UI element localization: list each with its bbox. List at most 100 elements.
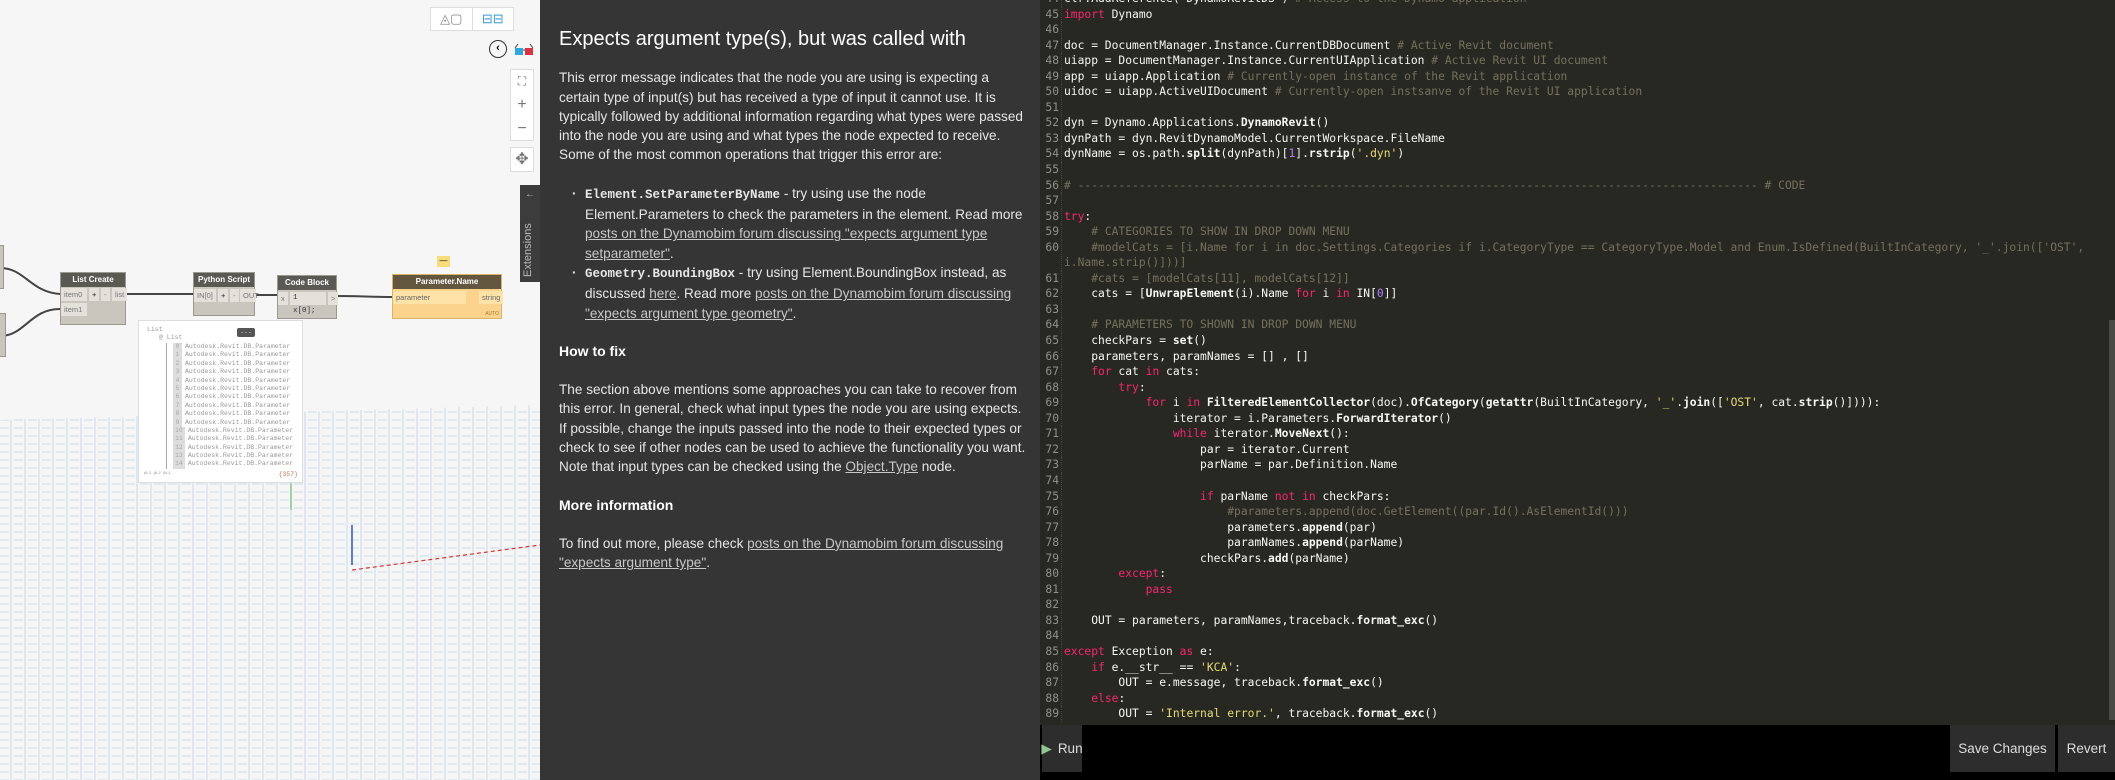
node-parameter-name[interactable]: Parameter.Name parameter string AUTO (392, 274, 503, 319)
code-line[interactable]: 78 paramNames.append(parName) (1040, 535, 2105, 551)
code-line[interactable]: 83 OUT = parameters, paramNames,tracebac… (1040, 612, 2105, 629)
line-text[interactable]: parameters, paramNames = [] , [] (1062, 349, 2105, 365)
code-line[interactable]: 49 app = uiapp.Application # Currently-op… (1040, 68, 2105, 85)
line-text[interactable]: while iterator.MoveNext(): (1062, 426, 2105, 442)
code-line[interactable]: 45 import Dynamo (1040, 6, 2105, 23)
code-line[interactable]: 66 parameters, paramNames = [] , [] (1040, 348, 2105, 365)
code-line[interactable]: 56 # ------------------------------------… (1040, 177, 2105, 194)
code-line[interactable]: 70 iterator = i.Parameters.ForwardIterat… (1040, 410, 2105, 427)
line-text[interactable] (1062, 597, 2105, 613)
output-port-out[interactable]: OUT (240, 289, 259, 302)
list-levels[interactable]: @L3 @L2 @L1 (144, 472, 170, 476)
code-line[interactable]: 73 parName = par.Definition.Name (1040, 457, 2105, 473)
graph-view-icon[interactable]: ⊟⊟ (471, 8, 513, 30)
partial-node[interactable] (0, 245, 4, 289)
line-text[interactable]: except: (1062, 566, 2105, 582)
code-line[interactable]: 84 (1040, 628, 2105, 644)
code-line[interactable]: 54 dynName = os.path.split(dynPath)[1].rs… (1040, 146, 2105, 163)
node-code-block[interactable]: Code Block x 1 x[0]; > (277, 275, 338, 319)
line-text[interactable] (1062, 193, 2105, 209)
output-port-list[interactable]: list (112, 288, 127, 301)
code-line[interactable]: 61 #cats = [modelCats[11], modelCats[12]… (1040, 270, 2105, 287)
input-port-parameter[interactable]: parameter (393, 291, 466, 304)
code-line[interactable]: 46 (1040, 22, 2105, 38)
code-line[interactable]: 68 try: (1040, 379, 2105, 396)
code-line[interactable]: 65 checkPars = set() (1040, 333, 2105, 349)
code-line[interactable]: 77 parameters.append(par) (1040, 519, 2105, 536)
line-text[interactable] (1062, 100, 2105, 116)
code-line[interactable]: 85 except Exception as e: (1040, 643, 2105, 660)
line-text[interactable]: # PARAMETERS TO SHOWN IN DROP DOWN MENU (1062, 317, 2105, 333)
code-line[interactable]: 47 doc = DocumentManager.Instance.Current… (1040, 37, 2105, 54)
pan-icon[interactable]: ✥ (510, 147, 534, 172)
code-line[interactable]: 60 #modelCats = [i.Name for i in doc.Set… (1040, 239, 2105, 271)
line-text[interactable]: if parName not in checkPars: (1062, 489, 2105, 505)
extensions-tab[interactable]: ← Extensions (520, 185, 540, 282)
vertical-scrollbar[interactable] (2109, 320, 2115, 720)
lacing-label[interactable]: AUTO (485, 311, 499, 317)
code-line[interactable]: 51 (1040, 99, 2105, 116)
line-text[interactable]: if e.__str__ == 'KCA': (1062, 660, 2105, 676)
line-text[interactable]: dynPath = dyn.RevitDynamoModel.CurrentWo… (1062, 131, 2105, 147)
code-line[interactable]: 89 OUT = 'Internal error.', traceback.fo… (1040, 706, 2105, 722)
code-line[interactable]: 88 else: (1040, 690, 2105, 707)
line-text[interactable]: #modelCats = [i.Name for i in doc.Settin… (1062, 240, 2105, 271)
3d-glasses-icon[interactable] (514, 43, 534, 55)
line-text[interactable]: iterator = i.Parameters.ForwardIterator(… (1062, 411, 2105, 427)
line-text[interactable]: for i in FilteredElementCollector(doc).O… (1062, 395, 2105, 411)
code-line[interactable]: 50 uidoc = uiapp.ActiveUIDocument # Curre… (1040, 84, 2105, 100)
save-changes-button[interactable]: Save Changes (1950, 725, 2055, 772)
code-line[interactable]: 58 try: (1040, 208, 2105, 225)
code-line[interactable]: 75 if parName not in checkPars: (1040, 488, 2105, 505)
code-line[interactable]: 52 dyn = Dynamo.Applications.DynamoRevit(… (1040, 115, 2105, 131)
view-toggle[interactable]: ◬▢ ⊟⊟ (430, 7, 514, 31)
line-text[interactable]: else: (1062, 691, 2105, 707)
run-button[interactable]: ▶ Run (1041, 725, 1083, 772)
graph-canvas[interactable]: List Create item0 + - list item1 Python … (0, 0, 540, 780)
input-port-x[interactable]: x (278, 292, 288, 305)
python-code-editor[interactable]: 44clr.AddReference('DynamoRevitDS') # Ac… (1040, 0, 2115, 725)
code-line[interactable]: 62 cats = [UnwrapElement(i).Name for i i… (1040, 286, 2105, 302)
code-block-editor[interactable]: 1 x[0]; (290, 292, 326, 315)
object-type-link[interactable]: Object.Type (845, 459, 918, 474)
line-text[interactable] (1062, 302, 2105, 318)
line-text[interactable] (1062, 162, 2105, 178)
output-port-string[interactable]: string (479, 291, 503, 304)
forum-link-setparameter[interactable]: posts on the Dynamobim forum discussing … (585, 226, 987, 260)
code-line[interactable]: 53 dynPath = dyn.RevitDynamoModel.Current… (1040, 130, 2105, 147)
code-line[interactable]: 86 if e.__str__ == 'KCA': (1040, 659, 2105, 676)
line-text[interactable]: app = uiapp.Application # Currently-open… (1062, 69, 2105, 85)
geometry-view-icon[interactable]: ◬▢ (431, 8, 472, 30)
line-text[interactable]: except Exception as e: (1062, 644, 2105, 660)
node-list-create[interactable]: List Create item0 + - list item1 (60, 272, 127, 325)
node-python-script[interactable]: Python Script IN[0] + - OUT (193, 272, 259, 316)
line-text[interactable]: parameters.append(par) (1062, 520, 2105, 536)
node-preview-bubble[interactable]: List @ List ... 0 Autodesk.Revit.DB.Param… (138, 320, 303, 483)
collapse-left-icon[interactable]: ‹ (489, 40, 507, 58)
line-text[interactable]: doc = DocumentManager.Instance.CurrentDB… (1062, 38, 2105, 54)
line-text[interactable]: uidoc = uiapp.ActiveUIDocument # Current… (1062, 84, 2105, 100)
line-text[interactable] (1062, 473, 2105, 489)
line-text[interactable]: OUT = e.message, traceback.format_exc() (1062, 675, 2105, 691)
code-line[interactable]: 72 par = iterator.Current (1040, 441, 2105, 458)
code-line[interactable]: 64 # PARAMETERS TO SHOWN IN DROP DOWN ME… (1040, 317, 2105, 334)
line-text[interactable]: # CATEGORIES TO SHOW IN DROP DOWN MENU (1062, 224, 2105, 240)
code-line[interactable]: 57 (1040, 193, 2105, 209)
remove-input-button[interactable]: - (230, 289, 239, 302)
output-port[interactable]: > (328, 292, 338, 305)
pin-preview-button[interactable]: ... (237, 328, 255, 337)
code-line[interactable]: 55 (1040, 162, 2105, 178)
remove-input-button[interactable]: - (101, 288, 110, 301)
line-text[interactable]: par = iterator.Current (1062, 442, 2105, 458)
input-port-item0[interactable]: item0 (61, 288, 87, 301)
code-line[interactable]: 79 checkPars.add(parName) (1040, 550, 2105, 567)
line-text[interactable]: #parameters.append(doc.GetElement((par.I… (1062, 504, 2105, 520)
code-line[interactable]: 48 uiapp = DocumentManager.Instance.Curre… (1040, 53, 2105, 69)
code-line[interactable]: 87 OUT = e.message, traceback.format_exc… (1040, 675, 2105, 691)
line-text[interactable]: import Dynamo (1062, 7, 2105, 23)
add-input-button[interactable]: + (89, 288, 99, 301)
line-text[interactable]: # --------------------------------------… (1062, 178, 2105, 194)
code-line[interactable]: 76 #parameters.append(doc.GetElement((pa… (1040, 504, 2105, 520)
code-line[interactable]: 74 (1040, 472, 2105, 489)
zoom-out-icon[interactable]: − (511, 118, 533, 142)
